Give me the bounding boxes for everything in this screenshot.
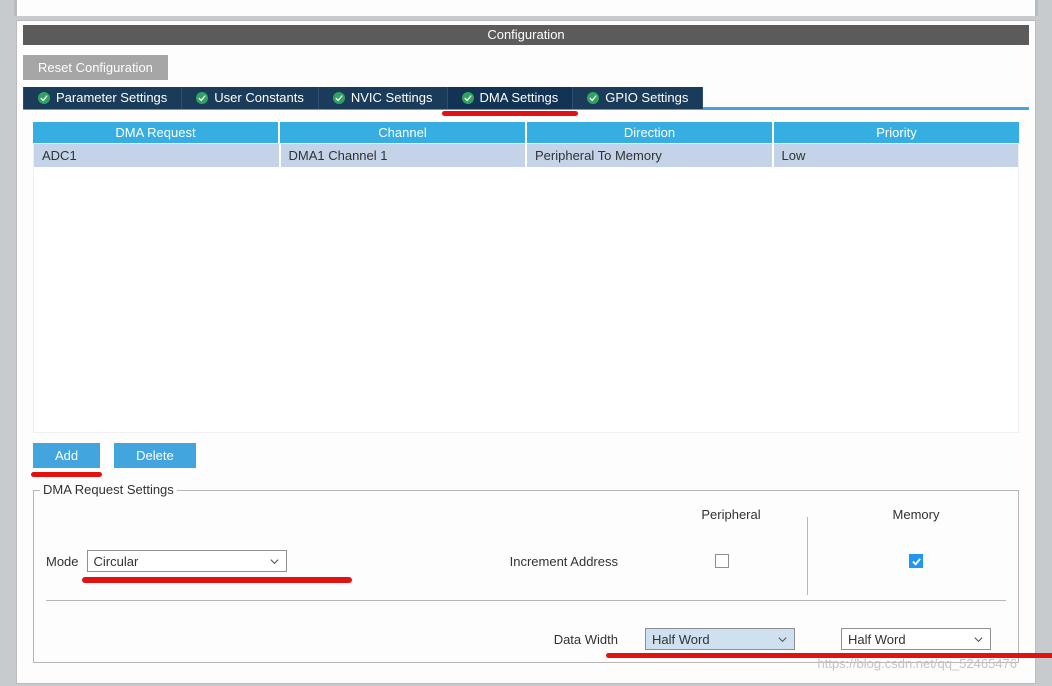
tab-nvic-settings[interactable]: NVIC Settings — [319, 87, 448, 109]
data-width-peripheral-select[interactable]: Half Word — [645, 628, 795, 650]
fieldset-legend: DMA Request Settings — [40, 482, 177, 497]
table-header-dma-request: DMA Request — [33, 122, 280, 143]
divider-vertical — [807, 517, 808, 595]
increment-peripheral-cell — [636, 554, 826, 568]
mode-value: Circular — [94, 554, 139, 569]
reset-area: Reset Configuration — [17, 45, 1035, 88]
mode-label: Mode — [46, 554, 79, 569]
column-header-memory: Memory — [826, 507, 1006, 522]
panel-title: Configuration — [23, 25, 1029, 45]
check-icon — [196, 92, 208, 104]
table-header-direction: Direction — [527, 122, 774, 143]
tab-dma-settings[interactable]: DMA Settings — [448, 87, 574, 109]
cell-direction: Peripheral To Memory — [527, 144, 774, 167]
table-row[interactable]: ADC1 DMA1 Channel 1 Peripheral To Memory… — [34, 144, 1018, 167]
check-icon — [462, 92, 474, 104]
tab-user-constants[interactable]: User Constants — [182, 87, 319, 109]
increment-address-label: Increment Address — [306, 554, 636, 569]
tab-label: NVIC Settings — [351, 90, 433, 105]
tab-bar: Parameter Settings User Constants NVIC S… — [23, 88, 1029, 110]
cell-channel: DMA1 Channel 1 — [281, 144, 528, 167]
column-header-peripheral: Peripheral — [636, 507, 826, 522]
mode-select[interactable]: Circular — [87, 550, 287, 572]
check-icon — [587, 92, 599, 104]
increment-memory-checkbox[interactable] — [909, 554, 923, 568]
tab-gpio-settings[interactable]: GPIO Settings — [573, 87, 703, 109]
configuration-panel: Configuration Reset Configuration Parame… — [16, 20, 1036, 684]
dma-request-settings-fieldset: DMA Request Settings Peripheral Memory M… — [33, 490, 1019, 663]
data-width-peripheral-cell: Half Word — [636, 628, 826, 650]
add-button[interactable]: Add — [33, 443, 100, 468]
data-width-memory-select[interactable]: Half Word — [841, 628, 991, 650]
table-body[interactable]: ADC1 DMA1 Channel 1 Peripheral To Memory… — [33, 143, 1019, 433]
data-width-label: Data Width — [306, 632, 636, 647]
add-button-wrap: Add — [33, 443, 100, 468]
tab-label: Parameter Settings — [56, 90, 167, 105]
increment-memory-cell — [826, 554, 1006, 568]
data-width-row: Data Width Half Word Half Word — [46, 628, 1006, 650]
top-gutter — [14, 0, 1038, 16]
tab-label: DMA Settings — [480, 90, 559, 105]
data-width-peripheral-value: Half Word — [652, 632, 710, 647]
delete-button[interactable]: Delete — [114, 443, 196, 468]
mode-row: Mode Circular — [46, 550, 306, 572]
reset-configuration-button[interactable]: Reset Configuration — [23, 55, 168, 80]
check-icon — [38, 92, 50, 104]
data-width-memory-cell: Half Word — [826, 628, 1006, 650]
chevron-down-icon — [777, 634, 788, 645]
chevron-down-icon — [973, 634, 984, 645]
table-header-priority: Priority — [774, 122, 1019, 143]
cell-dma-request: ADC1 — [34, 144, 281, 167]
increment-peripheral-checkbox[interactable] — [715, 554, 729, 568]
check-icon — [333, 92, 345, 104]
table-header-channel: Channel — [280, 122, 527, 143]
chevron-down-icon — [269, 556, 280, 567]
table-buttons: Add Delete — [33, 443, 1019, 468]
tab-label: GPIO Settings — [605, 90, 688, 105]
tab-parameter-settings[interactable]: Parameter Settings — [23, 87, 182, 109]
dma-table: DMA Request Channel Direction Priority A… — [33, 122, 1019, 433]
table-header-row: DMA Request Channel Direction Priority — [33, 122, 1019, 143]
cell-priority: Low — [774, 144, 1019, 167]
tab-label: User Constants — [214, 90, 304, 105]
data-width-memory-value: Half Word — [848, 632, 906, 647]
divider-horizontal — [46, 600, 1006, 601]
